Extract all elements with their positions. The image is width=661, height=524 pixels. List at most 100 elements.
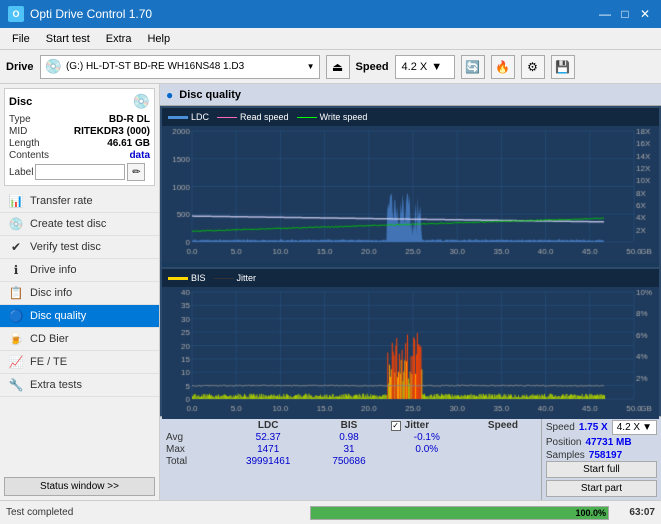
settings-button[interactable]: ⚙ (521, 55, 545, 79)
contents-value: data (129, 150, 150, 161)
avg-jitter: -0.1% (391, 432, 463, 443)
nav-fe-te[interactable]: 📈 FE / TE (0, 351, 159, 374)
drive-label: Drive (6, 61, 34, 73)
disc-quality-title: Disc quality (179, 89, 241, 101)
total-bis: 750686 (315, 456, 382, 467)
read-speed-legend-label: Read speed (240, 112, 289, 122)
stats-left: LDC BIS ✓ Jitter Speed Avg 52.37 0.98 -0… (160, 417, 541, 500)
speed-stat-select-val: 4.2 X (617, 422, 640, 433)
type-value: BD-R DL (109, 114, 150, 125)
nav-extra-tests[interactable]: 🔧 Extra tests (0, 374, 159, 397)
menu-help[interactable]: Help (139, 31, 178, 47)
write-speed-legend-item: Write speed (297, 112, 368, 122)
title-bar: O Opti Drive Control 1.70 — □ ✕ (0, 0, 661, 28)
progress-percent: 100.0% (575, 508, 606, 518)
speed-row: Speed 1.75 X 4.2 X ▼ (546, 420, 657, 435)
eject-button[interactable]: ⏏ (326, 55, 350, 79)
disc-panel-title: Disc (9, 96, 32, 108)
speed-dropdown-arrow: ▼ (431, 61, 442, 73)
start-full-button[interactable]: Start full (546, 461, 657, 478)
status-text: Test completed (6, 507, 304, 518)
stats-right: Speed 1.75 X 4.2 X ▼ Position 47731 MB S… (541, 417, 661, 500)
ldc-header: LDC (229, 420, 307, 431)
nav-transfer-rate[interactable]: 📊 Transfer rate (0, 190, 159, 213)
nav-disc-quality[interactable]: 🔵 Disc quality (0, 305, 159, 328)
nav-cd-bier[interactable]: 🍺 CD Bier (0, 328, 159, 351)
jitter-checkbox[interactable]: ✓ (391, 421, 401, 431)
length-label: Length (9, 138, 40, 149)
nav-drive-info[interactable]: ℹ Drive info (0, 259, 159, 282)
verify-test-disc-icon: ✔ (8, 240, 24, 254)
nav-drive-info-label: Drive info (30, 264, 76, 276)
speed-stat-dropdown: ▼ (642, 422, 652, 433)
samples-row: Samples 758197 (546, 450, 657, 461)
nav-disc-info[interactable]: 📋 Disc info (0, 282, 159, 305)
progress-bar-container: Test completed 100.0% 63:07 (0, 500, 661, 524)
speed-stat-select[interactable]: 4.2 X ▼ (612, 420, 657, 435)
close-button[interactable]: ✕ (637, 6, 653, 22)
write-speed-legend-label: Write speed (320, 112, 368, 122)
nav-items: 📊 Transfer rate 💿 Create test disc ✔ Ver… (0, 190, 159, 397)
burn-button[interactable]: 🔥 (491, 55, 515, 79)
bis-legend-label: BIS (191, 273, 206, 283)
charts-container: LDC Read speed Write speed (160, 106, 661, 416)
drive-value: (G:) HL-DT-ST BD-RE WH16NS48 1.D3 (66, 61, 303, 72)
create-test-disc-icon: 💿 (8, 217, 24, 231)
speed-label: Speed (356, 61, 389, 73)
bottom-chart-legend: BIS Jitter (162, 269, 659, 287)
drive-dropdown-arrow: ▼ (307, 62, 315, 71)
nav-verify-test-disc-label: Verify test disc (30, 241, 101, 253)
bottom-chart-canvas (162, 287, 659, 419)
jitter-header: Jitter (405, 420, 429, 431)
nav-create-test-disc[interactable]: 💿 Create test disc (0, 213, 159, 236)
label-edit-button[interactable]: ✏ (127, 163, 145, 181)
bottom-chart: BIS Jitter (162, 269, 659, 414)
menu-extra[interactable]: Extra (98, 31, 140, 47)
menu-start-test[interactable]: Start test (38, 31, 98, 47)
jitter-legend-label: Jitter (237, 273, 257, 283)
samples-value: 758197 (589, 450, 622, 461)
nav-create-test-disc-label: Create test disc (30, 218, 106, 230)
label-input[interactable] (35, 164, 125, 180)
minimize-button[interactable]: — (597, 6, 613, 22)
save-button[interactable]: 💾 (551, 55, 575, 79)
mid-value: RITEKDR3 (000) (74, 126, 150, 137)
total-speed (471, 456, 535, 467)
speed-selector[interactable]: 4.2 X ▼ (395, 55, 455, 79)
toolbar: Drive 💿 (G:) HL-DT-ST BD-RE WH16NS48 1.D… (0, 50, 661, 84)
top-chart-legend: LDC Read speed Write speed (162, 108, 659, 126)
progress-bar-fill: 100.0% (311, 507, 609, 519)
maximize-button[interactable]: □ (617, 6, 633, 22)
main-layout: Disc 💿 Type BD-R DL MID RITEKDR3 (000) L… (0, 84, 661, 500)
disc-panel-icon: 💿 (133, 93, 150, 110)
top-chart: LDC Read speed Write speed (162, 108, 659, 267)
top-chart-canvas (162, 126, 659, 262)
drive-info-icon: ℹ (8, 263, 24, 277)
app-icon: O (8, 6, 24, 22)
menu-file[interactable]: File (4, 31, 38, 47)
refresh-button[interactable]: 🔄 (461, 55, 485, 79)
jitter-check-row: ✓ Jitter (391, 420, 463, 431)
avg-label: Avg (166, 432, 221, 443)
avg-ldc: 52.37 (229, 432, 307, 443)
sidebar: Disc 💿 Type BD-R DL MID RITEKDR3 (000) L… (0, 84, 160, 500)
status-window-button[interactable]: Status window >> (4, 477, 155, 496)
position-label: Position (546, 437, 582, 448)
nav-verify-test-disc[interactable]: ✔ Verify test disc (0, 236, 159, 259)
speed-value: 4.2 X (402, 61, 428, 73)
mid-label: MID (9, 126, 27, 137)
position-value: 47731 MB (585, 437, 631, 448)
start-part-button[interactable]: Start part (546, 480, 657, 497)
cd-bier-icon: 🍺 (8, 332, 24, 346)
progress-value: 63:07 (615, 507, 655, 518)
read-speed-legend-item: Read speed (217, 112, 289, 122)
jitter-legend-item: Jitter (214, 273, 257, 283)
disc-quality-header: ● Disc quality (160, 84, 661, 106)
nav-cd-bier-label: CD Bier (30, 333, 69, 345)
length-value: 46.61 GB (107, 138, 150, 149)
max-speed (471, 444, 535, 455)
ldc-legend-label: LDC (191, 112, 209, 122)
speed-stat-label: Speed (546, 422, 575, 433)
drive-selector[interactable]: 💿 (G:) HL-DT-ST BD-RE WH16NS48 1.D3 ▼ (40, 55, 320, 79)
app-title: Opti Drive Control 1.70 (30, 7, 152, 21)
